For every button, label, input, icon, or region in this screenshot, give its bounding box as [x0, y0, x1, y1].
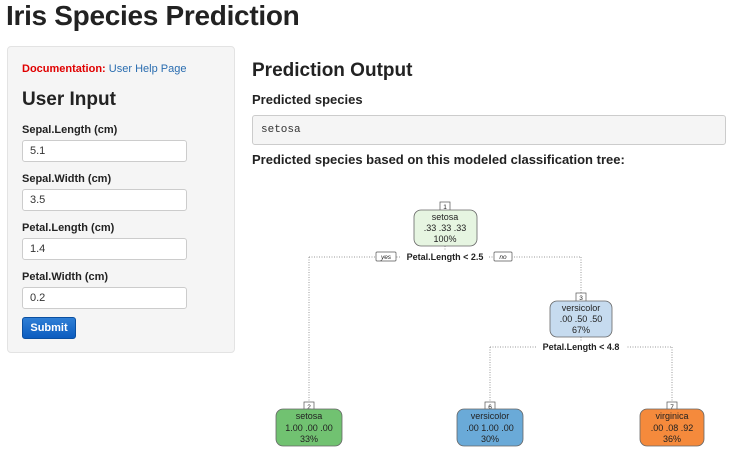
node-1-class: setosa — [432, 212, 459, 222]
tree-node-6: 6 versicolor .00 1.00 .00 30% — [456, 401, 524, 447]
node-6-probs: .00 1.00 .00 — [466, 423, 514, 433]
node-7-class: virginica — [655, 411, 688, 421]
node-7-probs: .00 .08 .92 — [651, 423, 694, 433]
tree-node-2: 2 setosa 1.00 .00 .00 33% — [275, 401, 343, 447]
tree-edges — [308, 246, 673, 402]
node-1-probs: .33 .33 .33 — [424, 223, 467, 233]
node-3-pct: 67% — [572, 325, 590, 335]
tree-node-3: 3 versicolor .00 .50 .50 67% — [549, 292, 613, 338]
node-7-pct: 36% — [663, 434, 681, 444]
node-6-class: versicolor — [471, 411, 510, 421]
node-3-class: versicolor — [562, 303, 601, 313]
classification-tree: Petal.Length < 2.5 yes no Petal.Length <… — [275, 201, 705, 447]
node-6-pct: 30% — [481, 434, 499, 444]
split-2-label: Petal.Length < 4.8 — [543, 342, 620, 352]
split-1-label: Petal.Length < 2.5 — [407, 252, 484, 262]
split-1-no: no — [499, 254, 507, 261]
tree-node-1: 1 setosa .33 .33 .33 100% — [413, 201, 478, 247]
node-1-pct: 100% — [433, 234, 456, 244]
split-1-yes: yes — [380, 254, 392, 261]
node-2-pct: 33% — [300, 434, 318, 444]
tree-node-7: 7 virginica .00 .08 .92 36% — [639, 401, 705, 447]
node-2-class: setosa — [296, 411, 323, 421]
node-3-probs: .00 .50 .50 — [560, 314, 603, 324]
node-2-probs: 1.00 .00 .00 — [285, 423, 333, 433]
